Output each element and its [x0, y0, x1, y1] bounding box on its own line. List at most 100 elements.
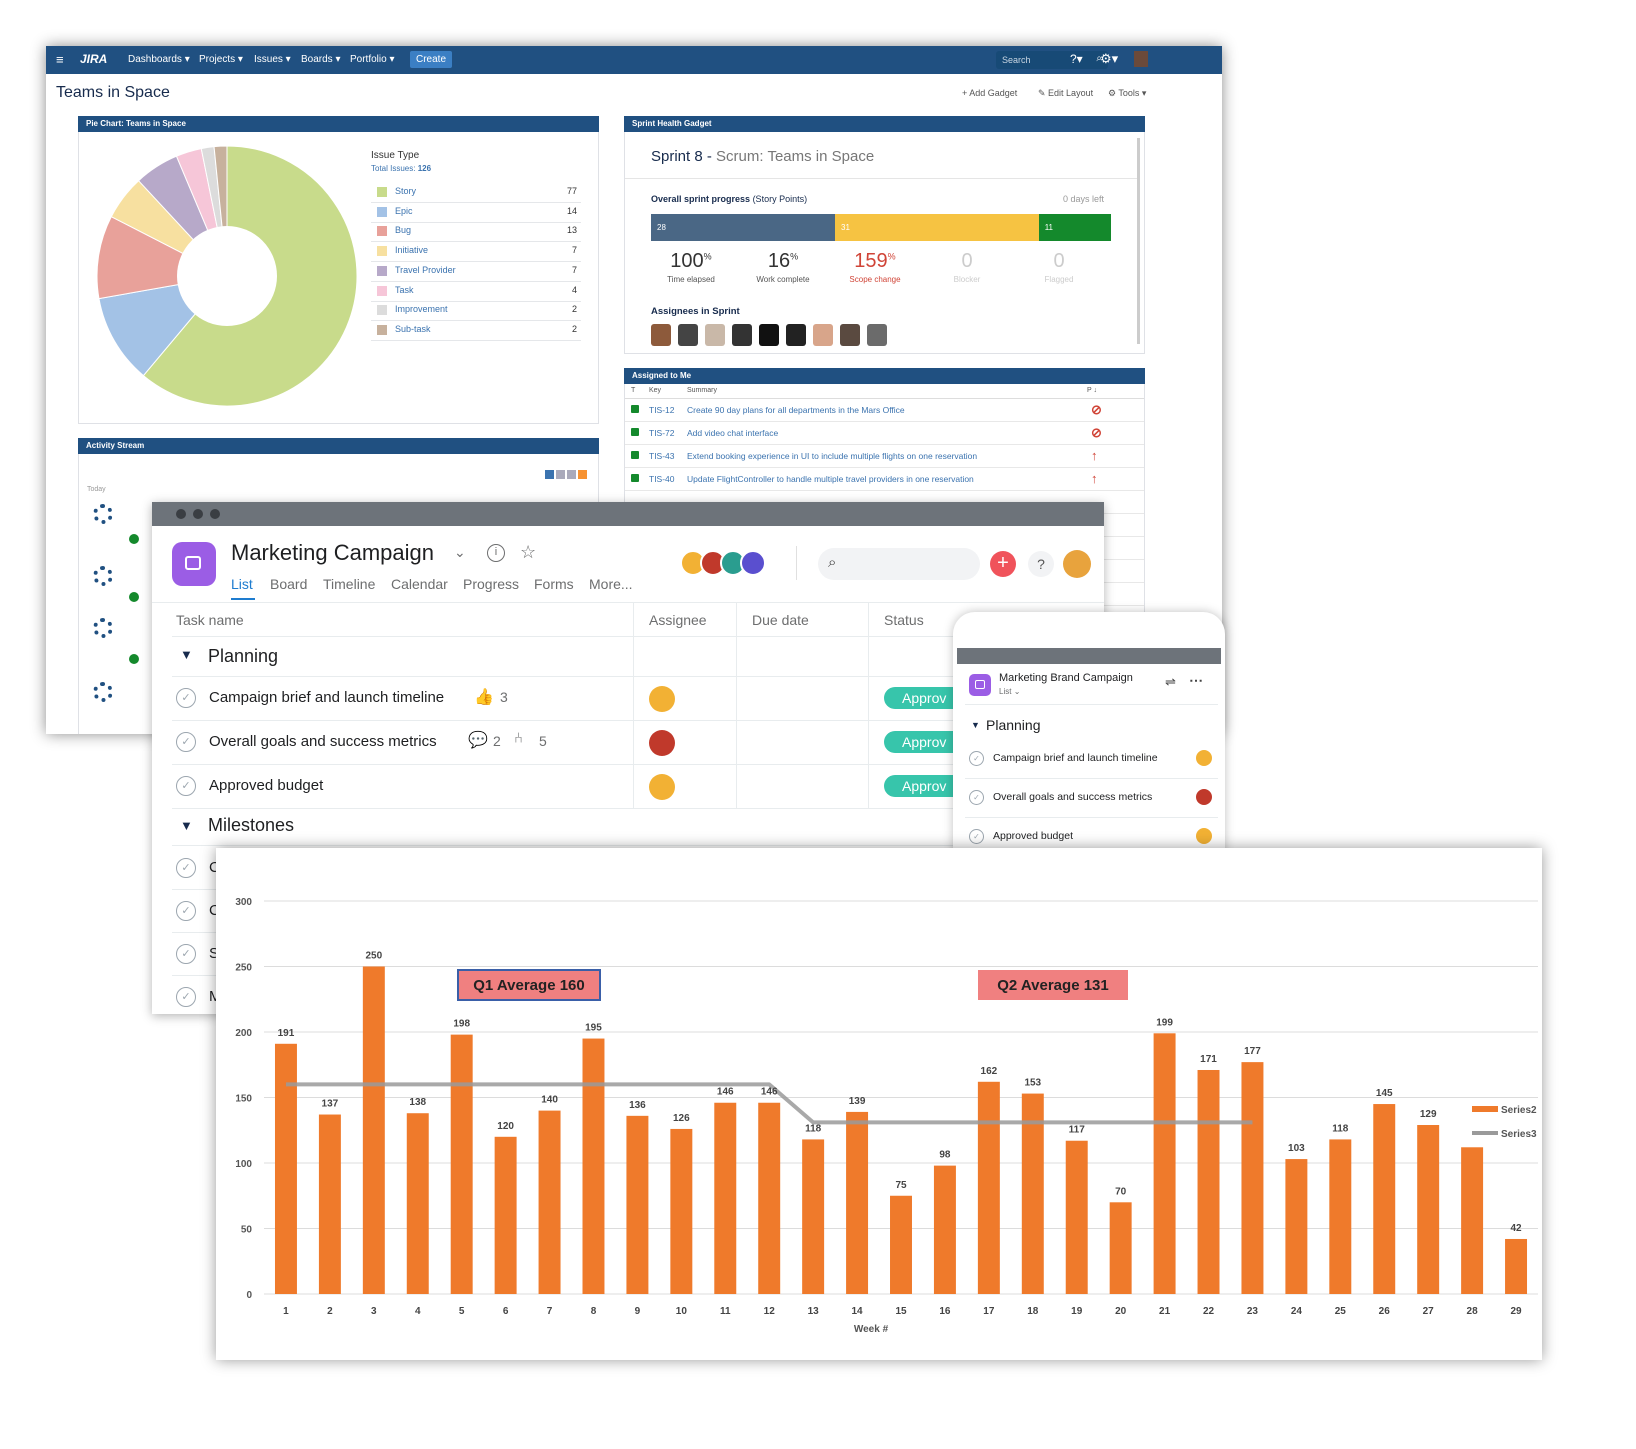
- sprint-progress-bar[interactable]: 28 31 11: [651, 214, 1111, 241]
- bar-week-6[interactable]: [494, 1136, 517, 1294]
- add-button[interactable]: +: [990, 551, 1016, 577]
- pie-legend-row[interactable]: Initiative 7: [371, 241, 581, 263]
- chevron-down-icon[interactable]: ⌄: [454, 544, 466, 561]
- complete-checkbox[interactable]: ✓: [176, 688, 196, 708]
- project-members[interactable]: [680, 550, 780, 578]
- pie-legend-row[interactable]: Bug 13: [371, 221, 581, 243]
- assignee-avatar[interactable]: [649, 730, 675, 756]
- bar-week-9[interactable]: [626, 1115, 649, 1294]
- pie-legend-row[interactable]: Improvement 2: [371, 300, 581, 322]
- menu-icon[interactable]: ≡: [56, 52, 64, 67]
- bar-week-8[interactable]: [582, 1038, 605, 1294]
- assignee-avatar[interactable]: [649, 774, 675, 800]
- pie-gadget-header[interactable]: Pie Chart: Teams in Space: [78, 116, 599, 132]
- info-icon[interactable]: i: [487, 544, 505, 562]
- minimize-window-dot[interactable]: [193, 509, 203, 519]
- complete-checkbox[interactable]: ✓: [969, 751, 984, 766]
- user-avatar[interactable]: [1063, 550, 1091, 578]
- task-name[interactable]: Approved budget: [209, 777, 323, 794]
- close-window-dot[interactable]: [176, 509, 186, 519]
- bar-week-16[interactable]: [933, 1165, 956, 1294]
- help-icon[interactable]: ?▾: [1070, 52, 1083, 66]
- create-button[interactable]: Create: [410, 51, 453, 68]
- task-name[interactable]: Overall goals and success metrics: [993, 791, 1152, 803]
- complete-checkbox[interactable]: ✓: [176, 858, 196, 878]
- view-selector[interactable]: List ⌄: [999, 687, 1020, 696]
- assignee-avatar[interactable]: [1196, 750, 1212, 766]
- nav-dashboards[interactable]: Dashboards ▾: [128, 54, 190, 65]
- col-due-date[interactable]: Due date: [752, 612, 809, 628]
- section-planning[interactable]: Planning: [986, 717, 1041, 733]
- bar-week-7[interactable]: [538, 1110, 561, 1294]
- assignee-avatar[interactable]: [867, 324, 887, 346]
- tab-progress[interactable]: Progress: [463, 576, 519, 592]
- tab-calendar[interactable]: Calendar: [391, 576, 448, 592]
- assigned-issue-row[interactable]: TIS-12 Create 90 day plans for all depart…: [625, 398, 1144, 422]
- bar-week-27[interactable]: [1417, 1125, 1440, 1294]
- bar-week-28[interactable]: [1461, 1147, 1484, 1294]
- star-icon[interactable]: ☆: [520, 542, 536, 563]
- nav-boards[interactable]: Boards ▾: [301, 54, 340, 65]
- zoom-window-dot[interactable]: [210, 509, 220, 519]
- bar-week-12[interactable]: [758, 1102, 781, 1294]
- view-toggle-icons[interactable]: [545, 466, 589, 479]
- assigned-issue-row[interactable]: TIS-72 Add video chat interface ⊘: [625, 421, 1144, 445]
- assignee-avatar[interactable]: [1196, 789, 1212, 805]
- assignee-avatar[interactable]: [759, 324, 779, 346]
- task-name[interactable]: Campaign brief and launch timeline: [993, 752, 1158, 764]
- complete-checkbox[interactable]: ✓: [969, 790, 984, 805]
- complete-checkbox[interactable]: ✓: [969, 829, 984, 844]
- section-collapse-icon[interactable]: ▼: [180, 818, 193, 833]
- bar-week-15[interactable]: [890, 1195, 912, 1294]
- complete-checkbox[interactable]: ✓: [176, 776, 196, 796]
- gear-icon[interactable]: ⚙▾: [1100, 51, 1118, 67]
- tab-timeline[interactable]: Timeline: [323, 576, 375, 592]
- bar-week-23[interactable]: [1241, 1062, 1264, 1294]
- assignee-avatar[interactable]: [813, 324, 833, 346]
- project-title[interactable]: Marketing Campaign: [231, 540, 434, 566]
- task-name[interactable]: Approved budget: [993, 830, 1073, 842]
- pie-legend-row[interactable]: Task 4: [371, 281, 581, 302]
- col-assignee[interactable]: Assignee: [649, 612, 707, 628]
- section-collapse-icon[interactable]: ▼: [971, 720, 980, 730]
- like-icon[interactable]: 👍: [474, 687, 494, 707]
- col-task-name[interactable]: Task name: [176, 612, 244, 628]
- issue-key[interactable]: TIS-43: [649, 451, 675, 461]
- nav-projects[interactable]: Projects ▾: [199, 54, 243, 65]
- bar-week-25[interactable]: [1329, 1139, 1352, 1294]
- task-name[interactable]: Campaign brief and launch timeline: [209, 689, 444, 706]
- assignee-avatar[interactable]: [786, 324, 806, 346]
- assignee-avatar[interactable]: [732, 324, 752, 346]
- tab-more[interactable]: More...: [589, 576, 633, 592]
- filter-icon[interactable]: ⇌: [1165, 674, 1176, 690]
- assigned-issue-row[interactable]: TIS-43 Extend booking experience in UI to…: [625, 444, 1144, 468]
- section-collapse-icon[interactable]: ▼: [180, 647, 193, 662]
- tools-menu[interactable]: ⚙ Tools ▾: [1108, 88, 1146, 99]
- bar-week-13[interactable]: [802, 1139, 825, 1294]
- issue-summary[interactable]: Add video chat interface: [687, 428, 778, 438]
- task-row[interactable]: ✓ Overall goals and success metrics: [965, 779, 1218, 818]
- complete-checkbox[interactable]: ✓: [176, 732, 196, 752]
- assigned-gadget-header[interactable]: Assigned to Me: [624, 368, 1145, 384]
- complete-checkbox[interactable]: ✓: [176, 987, 196, 1007]
- tab-list[interactable]: List: [231, 576, 253, 592]
- search-input[interactable]: ⌕: [818, 548, 980, 580]
- issue-summary[interactable]: Create 90 day plans for all departments …: [687, 405, 905, 415]
- issue-summary[interactable]: Update FlightController to handle multip…: [687, 474, 974, 484]
- activity-gadget-header[interactable]: Activity Stream: [78, 438, 599, 454]
- bar-week-5[interactable]: [450, 1034, 473, 1294]
- bar-week-26[interactable]: [1373, 1104, 1396, 1294]
- pie-legend-row[interactable]: Epic 14: [371, 202, 581, 223]
- bar-week-19[interactable]: [1065, 1140, 1088, 1294]
- edit-layout-button[interactable]: ✎ Edit Layout: [1038, 88, 1093, 99]
- complete-checkbox[interactable]: ✓: [176, 901, 196, 921]
- assignee-avatar[interactable]: [649, 686, 675, 712]
- mobile-project-title[interactable]: Marketing Brand Campaign: [999, 672, 1133, 684]
- comment-icon[interactable]: 💬: [468, 730, 488, 750]
- add-gadget-button[interactable]: + Add Gadget: [962, 88, 1017, 98]
- sprint-gadget-header[interactable]: Sprint Health Gadget: [624, 116, 1145, 132]
- subtask-icon[interactable]: ⑃: [514, 730, 523, 747]
- issue-summary[interactable]: Extend booking experience in UI to inclu…: [687, 451, 977, 461]
- bar-week-22[interactable]: [1197, 1069, 1220, 1294]
- bar-week-10[interactable]: [670, 1128, 693, 1294]
